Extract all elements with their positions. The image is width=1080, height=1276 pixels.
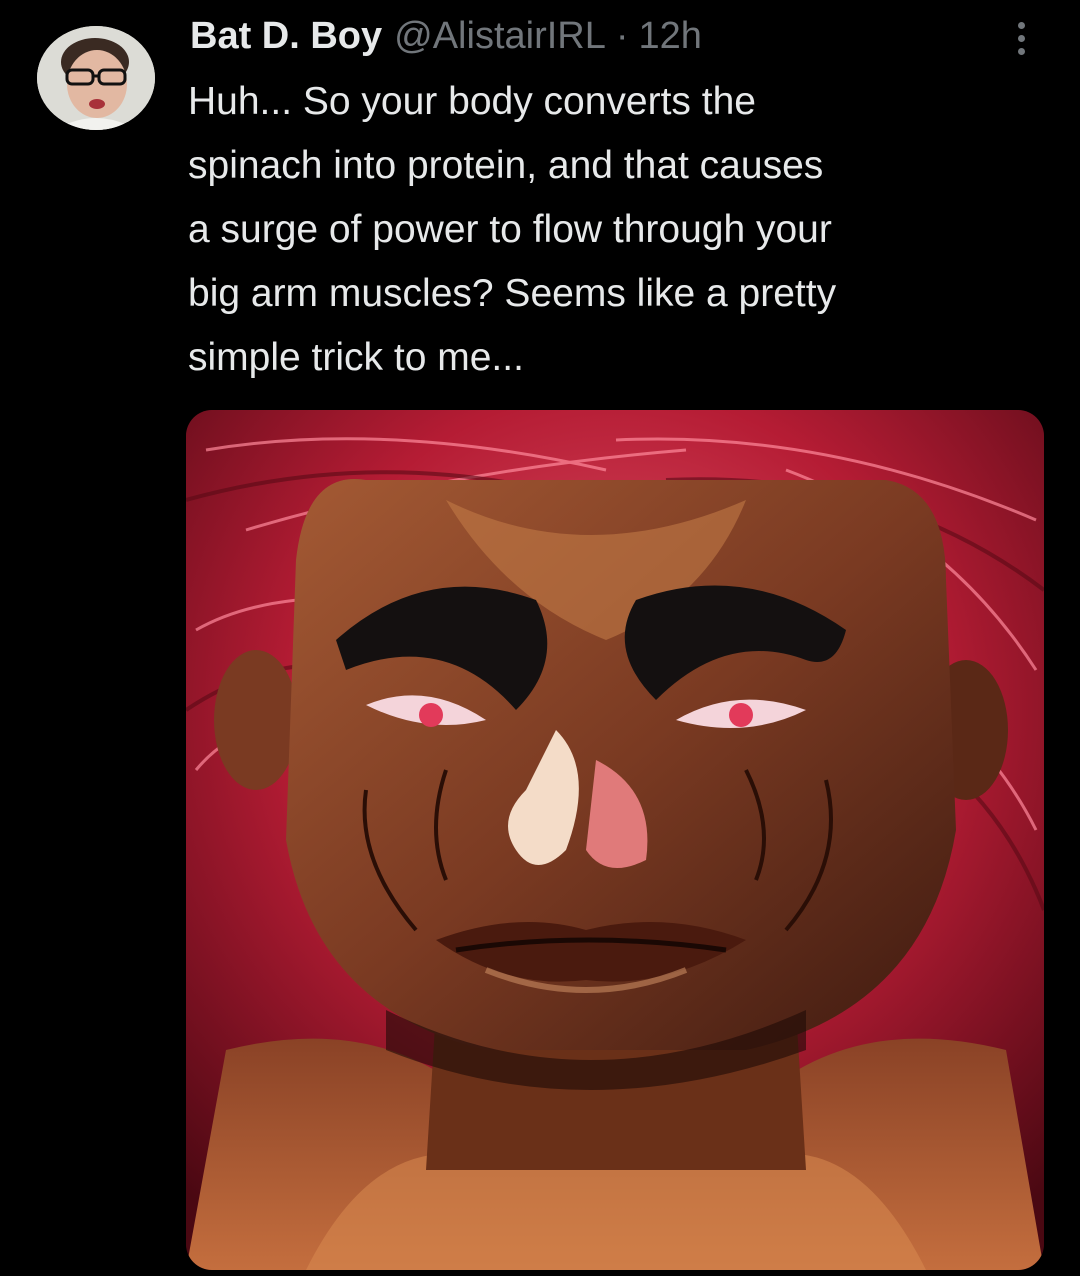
- header-separator: ·: [615, 15, 629, 57]
- more-vertical-icon: [1017, 21, 1025, 29]
- tweet-timestamp[interactable]: 12h: [639, 10, 702, 62]
- author-handle[interactable]: @AlistairIRL: [394, 10, 606, 62]
- author-avatar[interactable]: [37, 26, 155, 130]
- author-display-name[interactable]: Bat D. Boy: [190, 10, 382, 62]
- user-photo-avatar-icon: [37, 26, 155, 130]
- tweet-header: Bat D. Boy @AlistairIRL · 12h: [190, 10, 702, 62]
- tweet-media-image[interactable]: [186, 410, 1044, 1270]
- more-options-button[interactable]: [1006, 16, 1036, 60]
- anime-character-portrait: [186, 410, 1044, 1270]
- tweet[interactable]: Bat D. Boy @AlistairIRL · 12h Huh... So …: [0, 0, 1080, 1276]
- tweet-text: Huh... So your body converts the spinach…: [188, 80, 837, 379]
